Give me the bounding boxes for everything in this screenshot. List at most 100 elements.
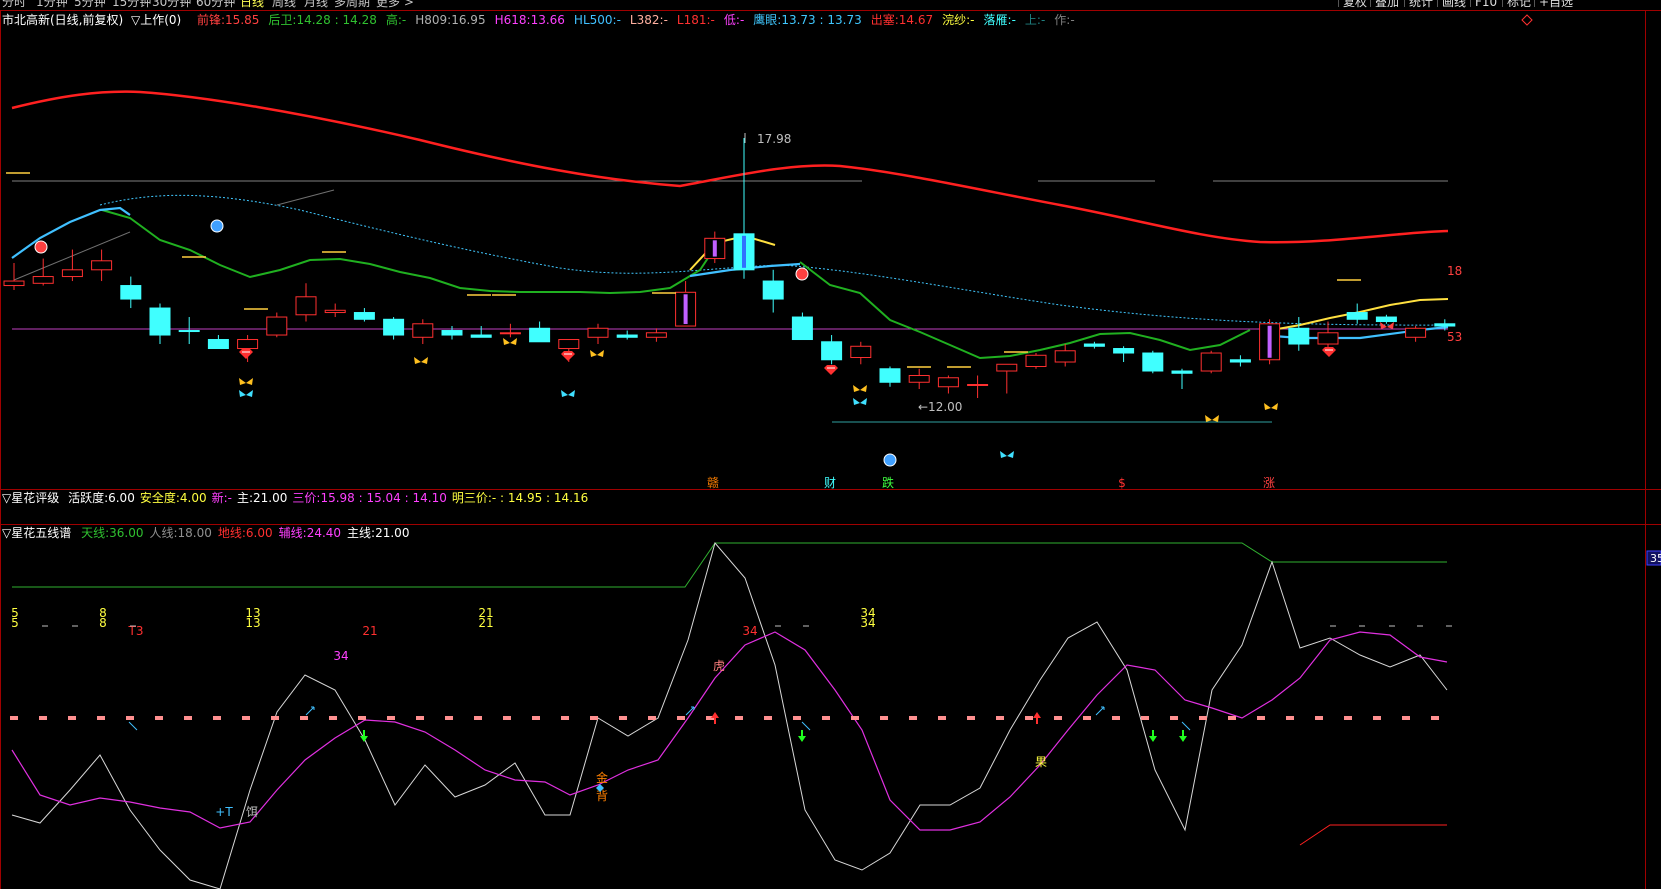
candle-body: [616, 334, 638, 338]
right-label-53: 53: [1447, 330, 1462, 344]
butterfly-icon: [239, 378, 253, 385]
signal-char-2: 背: [596, 789, 608, 803]
butterfly-icon: [561, 390, 575, 397]
butterfly-icon: [1264, 403, 1278, 410]
candle-body: [237, 339, 259, 350]
highlight-bar: [712, 240, 717, 257]
candle-body: [1025, 354, 1047, 368]
butterfly-icon: [1380, 322, 1394, 329]
signal-mark-0: 赣: [707, 476, 719, 490]
butterfly-icon: [1205, 415, 1219, 422]
candle-body: [324, 309, 346, 314]
candle-body: [879, 368, 901, 383]
candle-body: [32, 276, 54, 284]
ball-icon: [210, 219, 224, 233]
axis-value-label: 35: [1650, 552, 1661, 565]
diamond-icon: [239, 349, 253, 359]
signal-mark-3: $: [1118, 476, 1126, 490]
candle-body: [1200, 352, 1222, 372]
candle-body: [791, 316, 813, 341]
candle-body: [821, 341, 843, 361]
diagonal-arrow-icon: [1095, 706, 1105, 716]
candle-body: [1434, 323, 1456, 327]
highlight-bar: [683, 294, 688, 325]
down-arrow-icon: [1149, 730, 1157, 742]
candle-body: [1171, 370, 1193, 374]
down-arrow-icon: [360, 730, 368, 742]
low-price-label: ←12.00: [918, 400, 962, 414]
butterfly-icon: [1000, 451, 1014, 458]
candle-body: [353, 312, 375, 320]
candle-body: [61, 269, 83, 278]
candle-body: [3, 280, 25, 287]
signal-mark-2: 跌: [882, 475, 894, 490]
right-label-18: 18: [1447, 264, 1462, 278]
candle-body: [908, 375, 930, 383]
corner-diamond-icon: [1521, 14, 1533, 26]
signal-char-0: 虎: [713, 659, 725, 673]
candle-body: [1375, 316, 1397, 323]
signal-char-4: +T: [215, 805, 233, 819]
green-ma-line: [101, 209, 1251, 360]
yellow-ma-line: [689, 234, 1449, 331]
candle-body: [178, 330, 200, 333]
candle-body: [295, 296, 317, 316]
candle-body: [1054, 350, 1076, 363]
candle-body: [1142, 352, 1164, 372]
diamond-icon: [561, 351, 575, 361]
fib-number-11: 21: [362, 624, 377, 638]
diagonal-arrow-icon: [128, 721, 138, 731]
fib-number-13: 34: [742, 624, 757, 638]
diagonal-arrow-icon: [1181, 721, 1191, 731]
diagonal-arrow-icon: [801, 721, 811, 731]
candle-body: [499, 332, 521, 335]
chart-canvas[interactable]: 17.98←12.001853赣财跌 $ 涨5588131321213434T3 21…: [0, 0, 1661, 889]
candle-body: [91, 260, 113, 271]
candle-body: [996, 363, 1018, 372]
candle-body: [762, 280, 784, 300]
red-ma-line: [11, 90, 1449, 244]
down-arrow-icon: [1179, 730, 1187, 742]
low-line: [1299, 824, 1447, 846]
candle-body: [383, 318, 405, 336]
fib-number-12: 34: [333, 649, 348, 663]
fib-number-7: 21: [478, 616, 493, 630]
signal-char-3: 果: [1035, 755, 1047, 769]
gray-trend-line-2: [276, 189, 335, 206]
butterfly-icon: [414, 357, 428, 364]
candle-body: [470, 334, 492, 338]
candle-body: [1288, 327, 1310, 345]
ball-icon: [795, 267, 809, 281]
candle-body: [1317, 332, 1339, 345]
diagonal-arrow-icon: [305, 706, 315, 716]
butterfly-icon: [853, 385, 867, 392]
candle-body: [412, 323, 434, 338]
candle-body: [1113, 348, 1135, 354]
candle-body: [1083, 343, 1105, 347]
candle-body: [850, 345, 872, 359]
highlight-bar: [1267, 325, 1272, 358]
signal-char-1: 金: [596, 770, 608, 785]
candle-body: [1405, 327, 1427, 338]
up-arrow-icon: [1033, 712, 1041, 724]
diamond-icon: [824, 365, 838, 375]
fib-number-9: 34: [860, 616, 875, 630]
candle-body: [645, 332, 667, 338]
down-arrow-icon: [798, 730, 806, 742]
ball-icon: [883, 453, 897, 467]
candle-body: [441, 330, 463, 336]
signal-char-5: 饵: [246, 805, 258, 819]
candle-body: [558, 339, 580, 350]
fib-number-1: 5: [11, 616, 19, 630]
candle-body: [529, 327, 551, 343]
candle-body: [1346, 312, 1368, 320]
fib-number-3: 8: [99, 616, 107, 630]
cyan-ma-line: [11, 206, 1449, 340]
candle-body: [120, 285, 142, 300]
butterfly-icon: [853, 398, 867, 405]
butterfly-icon: [503, 338, 517, 345]
candle-body: [207, 339, 229, 350]
ball-icon: [34, 240, 48, 254]
signal-mark-1: 财: [824, 476, 836, 490]
fib-number-5: 13: [245, 616, 260, 630]
